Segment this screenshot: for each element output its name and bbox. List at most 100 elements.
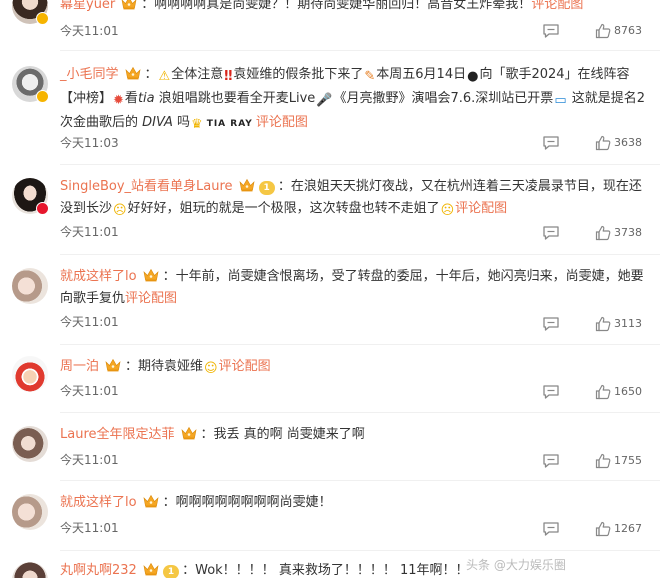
comment-text: 就成这样了lo ：啊啊啊啊啊啊啊啊尚雯婕！ (60, 492, 650, 514)
divider (60, 254, 660, 255)
divider (60, 480, 660, 481)
comment-content: 啊啊啊啊真是尚雯婕？！期待尚雯婕华丽回归！高音女王炸晕我！ (154, 0, 532, 12)
like-icon[interactable] (595, 23, 611, 39)
comment-time: 今天11:01 (60, 384, 119, 398)
crying-face-emoji-icon: ☹ (113, 203, 127, 218)
separator: ： (125, 359, 139, 374)
comment-content: 浪姐唱跳也要看全开麦Live (154, 91, 316, 106)
like-count: 3738 (614, 226, 642, 239)
comment-text: 就成这样了lo ：十年前，尚雯婕含恨离场，受了转盘的委屈，十年后，她闪亮归来，尚雯… (60, 266, 650, 310)
separator: ： (144, 67, 158, 82)
comment-content: 向「歌手2024」在线阵容 (479, 67, 630, 82)
comment-time: 今天11:01 (60, 315, 119, 329)
comment-text: Laure全年限定达菲 ：我丢 真的啊 尚雯婕来了啊 (60, 424, 650, 446)
comment-content: 啊啊啊啊啊啊啊啊尚雯婕！ (175, 495, 332, 510)
comment-text: 幕星yuer ：啊啊啊啊真是尚雯婕？！期待尚雯婕华丽回归！高音女王炸晕我！评论配图 (60, 0, 650, 16)
comment-content: DIVA (142, 115, 173, 130)
comment-content: 《月亮撒野》演唱会7.6.深圳站已开票 (333, 91, 554, 106)
username-link[interactable]: SingleBoy_站看看单身Laure (60, 179, 233, 194)
username-link[interactable]: 幕星yuer (60, 0, 115, 12)
like-icon[interactable] (595, 135, 611, 151)
avatar[interactable] (12, 494, 48, 530)
comment-content: 看 (124, 91, 138, 106)
avatar[interactable] (12, 356, 48, 392)
crown-icon (121, 0, 137, 10)
explosion-emoji-icon: ✹ (113, 93, 124, 108)
watermark: 头条 @大力娱乐圈 (466, 558, 566, 572)
comment-image-link[interactable]: 评论配图 (455, 201, 507, 216)
like-icon[interactable] (595, 225, 611, 241)
separator: ： (200, 427, 214, 442)
crown-icon (181, 426, 197, 440)
like-count: 3113 (614, 317, 642, 330)
comment-content: 好好好，姐玩的就是一个极限，这次转盘也转不走姐了 (127, 201, 440, 216)
reply-icon[interactable] (542, 316, 560, 332)
comment-time: 今天11:03 (60, 136, 119, 150)
comment-time: 今天11:01 (60, 225, 119, 239)
divider (60, 550, 660, 551)
reply-icon[interactable] (542, 384, 560, 400)
reply-icon[interactable] (542, 225, 560, 241)
comment-text: SingleBoy_站看看单身Laure 1 ：在浪姐天天挑灯夜战，又在杭州连着三天… (60, 176, 650, 222)
separator: ： (162, 269, 176, 284)
divider (60, 412, 660, 413)
verified-badge-icon (36, 90, 49, 103)
like-count: 3638 (614, 136, 642, 149)
like-count: 1650 (614, 385, 642, 398)
comment-content: 我丢 真的啊 尚雯婕来了啊 (213, 427, 365, 442)
comment-content: 全体注意 (171, 67, 224, 82)
username-link[interactable]: 丸啊丸啊232 (60, 563, 137, 578)
double-exclamation-icon: ‼ (224, 69, 233, 84)
level-badge: 1 (258, 181, 275, 195)
comment-content: 【冲榜】 (60, 91, 113, 106)
pencil-emoji-icon: ✎ (364, 69, 376, 84)
comment-time: 今天11:01 (60, 521, 119, 535)
avatar[interactable] (12, 426, 48, 462)
comment-content: tia (137, 91, 155, 106)
username-link[interactable]: 就成这样了lo (60, 269, 137, 284)
like-icon[interactable] (595, 521, 611, 537)
like-icon[interactable] (595, 384, 611, 400)
username-link[interactable]: 就成这样了lo (60, 495, 137, 510)
username-link[interactable]: 周一泊 (60, 359, 99, 374)
level-badge: 1 (162, 565, 180, 578)
comment-image-link[interactable]: 评论配图 (219, 359, 271, 374)
avatar[interactable] (12, 268, 48, 304)
comment-image-link[interactable]: 评论配图 (256, 115, 308, 130)
crown-icon (105, 358, 121, 372)
comment-content: 袁娅维的假条批下来了 (233, 67, 364, 82)
divider (60, 164, 660, 165)
verified-badge-icon (36, 12, 49, 25)
separator: ： (162, 495, 176, 510)
comment-content: 本周五6月14日 (376, 67, 467, 82)
microphone-emoji-icon: 🎤 (316, 93, 333, 108)
reply-icon[interactable] (542, 135, 560, 151)
like-icon[interactable] (595, 453, 611, 469)
reply-icon[interactable] (542, 453, 560, 469)
divider (60, 50, 660, 51)
like-count: 1267 (614, 522, 642, 535)
comment-image-link[interactable]: 评论配图 (125, 291, 177, 306)
username-link[interactable]: Laure全年限定达菲 (60, 427, 175, 442)
verified-badge-icon (36, 202, 49, 215)
crown-icon (239, 178, 255, 192)
avatar[interactable] (12, 562, 48, 578)
crown-icon (143, 562, 159, 576)
comment-content: 期待袁娅维 (138, 359, 204, 374)
crown-icon (125, 66, 141, 80)
reply-icon[interactable] (542, 521, 560, 537)
like-icon[interactable] (595, 316, 611, 332)
reply-icon[interactable] (542, 23, 560, 39)
divider (60, 344, 660, 345)
comment-image-link[interactable]: 评论配图 (531, 0, 583, 12)
crown-emoji-icon: ♛ (191, 117, 203, 132)
separator: ： (277, 179, 291, 194)
bomb-emoji-icon: ● (467, 69, 479, 84)
like-count: 1755 (614, 454, 642, 467)
like-count: 8763 (614, 24, 642, 37)
comment-text: 周一泊 ：期待袁娅维☺评论配图 (60, 356, 650, 380)
username-link[interactable]: _小毛同学 (60, 67, 119, 82)
comment-text: _小毛同学 ：⚠全体注意‼袁娅维的假条批下来了✎本周五6月14日●向「歌手2024… (60, 64, 650, 136)
tia-ray-badge: TIA RAY (206, 119, 253, 129)
crown-icon (143, 494, 159, 508)
